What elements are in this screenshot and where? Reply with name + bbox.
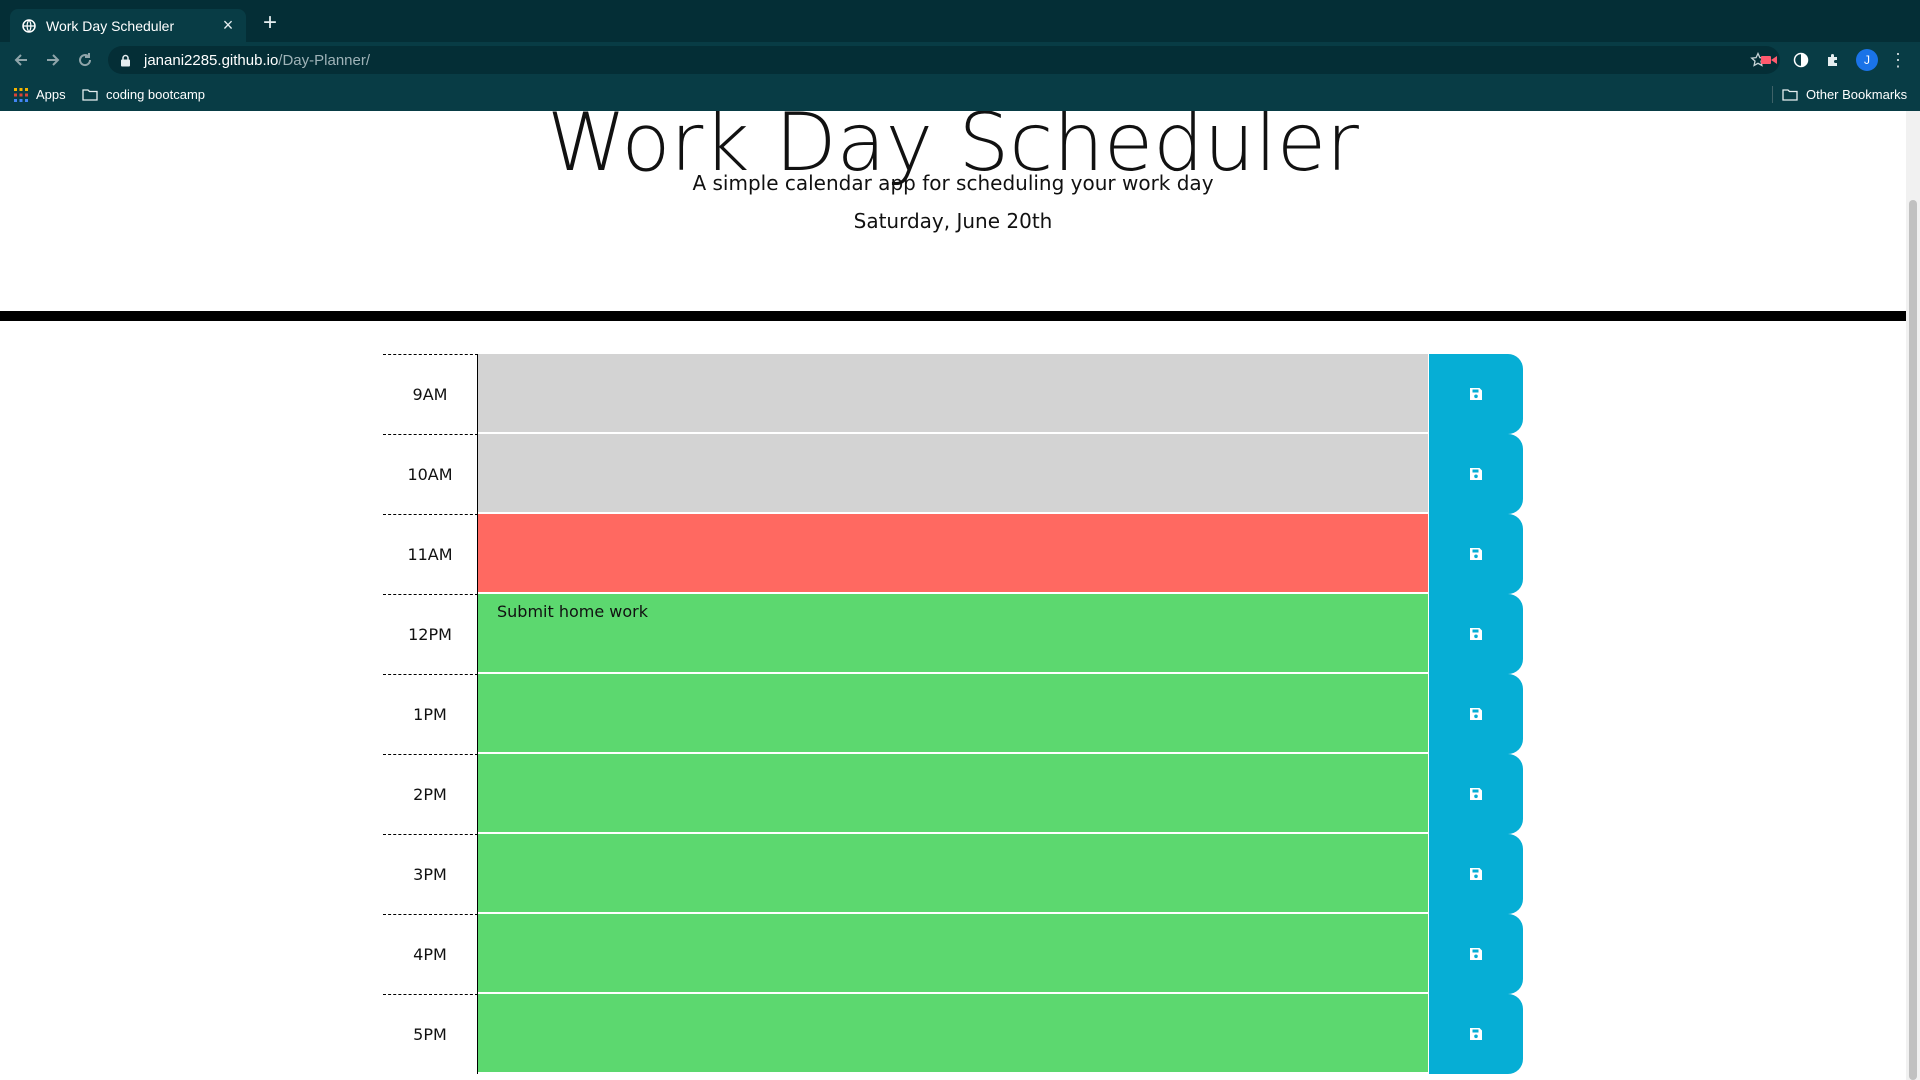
save-button[interactable] — [1429, 834, 1523, 914]
new-tab-button[interactable]: + — [258, 11, 282, 35]
save-floppy-icon — [1469, 387, 1483, 401]
save-button[interactable] — [1429, 754, 1523, 834]
forward-arrow-icon[interactable] — [40, 47, 66, 73]
event-description-input[interactable] — [478, 674, 1428, 753]
bookmark-apps[interactable]: Apps — [14, 78, 66, 111]
reload-icon[interactable] — [72, 47, 98, 73]
browser-tab-active[interactable]: Work Day Scheduler × — [10, 9, 246, 42]
folder-icon — [82, 88, 98, 101]
save-floppy-icon — [1469, 787, 1483, 801]
hour-label: 10AM — [383, 434, 478, 514]
globe-icon — [22, 18, 36, 33]
time-block-row: 2PM — [383, 754, 1523, 834]
bookmark-folder-label: coding bootcamp — [106, 87, 206, 102]
event-description-input[interactable]: Submit home work — [478, 594, 1428, 673]
save-button[interactable] — [1429, 994, 1523, 1074]
save-button[interactable] — [1429, 514, 1523, 594]
close-tab-icon[interactable]: × — [218, 15, 238, 36]
kebab-menu-icon[interactable]: ⋮ — [1888, 49, 1908, 71]
bookmark-folder-coding-bootcamp[interactable]: coding bootcamp — [82, 78, 205, 111]
save-button[interactable] — [1429, 434, 1523, 514]
save-floppy-icon — [1469, 1027, 1483, 1041]
save-button[interactable] — [1429, 594, 1523, 674]
puzzle-extensions-icon[interactable] — [1822, 49, 1844, 71]
time-block-row: 11AM — [383, 514, 1523, 594]
hour-label: 5PM — [383, 994, 478, 1074]
address-bar[interactable]: janani2285.github.io/Day-Planner/ — [108, 46, 1780, 74]
time-block-row: 12PM Submit home work — [383, 594, 1523, 674]
save-floppy-icon — [1469, 947, 1483, 961]
apps-grid-icon — [14, 87, 28, 102]
event-description-input[interactable] — [478, 354, 1428, 433]
bookmarks-separator — [1772, 86, 1773, 103]
page-viewport: Work Day Scheduler A simple calendar app… — [0, 111, 1906, 1080]
folder-icon — [1782, 88, 1798, 101]
event-description-input[interactable] — [478, 434, 1428, 513]
time-block-row: 9AM — [383, 354, 1523, 434]
save-button[interactable] — [1429, 914, 1523, 994]
other-bookmarks-label: Other Bookmarks — [1806, 87, 1908, 102]
save-floppy-icon — [1469, 867, 1483, 881]
hour-label: 11AM — [383, 514, 478, 594]
bookmarks-bar: Apps coding bootcamp Other Bookmarks — [0, 78, 1920, 111]
save-button[interactable] — [1429, 674, 1523, 754]
save-floppy-icon — [1469, 707, 1483, 721]
page-subtitle: A simple calendar app for scheduling you… — [692, 171, 1214, 195]
hour-label: 4PM — [383, 914, 478, 994]
browser-tab-strip: Work Day Scheduler × + — [0, 0, 1920, 42]
scrollbar-thumb[interactable] — [1909, 200, 1917, 1080]
time-block-row: 10AM — [383, 434, 1523, 514]
hour-label: 1PM — [383, 674, 478, 754]
dark-mode-extension-icon[interactable] — [1790, 49, 1812, 71]
lock-icon — [120, 53, 132, 67]
event-description-input[interactable] — [478, 834, 1428, 913]
event-description-input[interactable] — [478, 994, 1428, 1073]
event-description-input[interactable] — [478, 754, 1428, 833]
jumbotron-divider — [0, 311, 1906, 321]
url-path: /Day-Planner/ — [278, 51, 371, 69]
hour-label: 3PM — [383, 834, 478, 914]
bookmark-other-bookmarks[interactable]: Other Bookmarks — [1782, 78, 1907, 111]
profile-avatar[interactable]: J — [1856, 49, 1878, 71]
time-block-row: 4PM — [383, 914, 1523, 994]
screencast-extension-icon[interactable] — [1758, 49, 1780, 71]
bookmark-apps-label: Apps — [36, 87, 66, 102]
save-floppy-icon — [1469, 467, 1483, 481]
time-block-row: 1PM — [383, 674, 1523, 754]
back-arrow-icon[interactable] — [8, 47, 34, 73]
time-block-row: 3PM — [383, 834, 1523, 914]
hour-label: 12PM — [383, 594, 478, 674]
browser-toolbar: janani2285.github.io/Day-Planner/ J ⋮ — [0, 42, 1920, 78]
event-description-input[interactable] — [478, 914, 1428, 993]
save-button[interactable] — [1429, 354, 1523, 434]
save-floppy-icon — [1469, 627, 1483, 641]
hour-label: 9AM — [383, 354, 478, 434]
tab-title: Work Day Scheduler — [46, 17, 175, 34]
current-day: Saturday, June 20th — [853, 209, 1053, 233]
save-floppy-icon — [1469, 547, 1483, 561]
url-host: janani2285.github.io — [144, 51, 279, 69]
time-block-row: 5PM — [383, 994, 1523, 1074]
event-description-input[interactable] — [478, 514, 1428, 593]
hour-label: 2PM — [383, 754, 478, 834]
